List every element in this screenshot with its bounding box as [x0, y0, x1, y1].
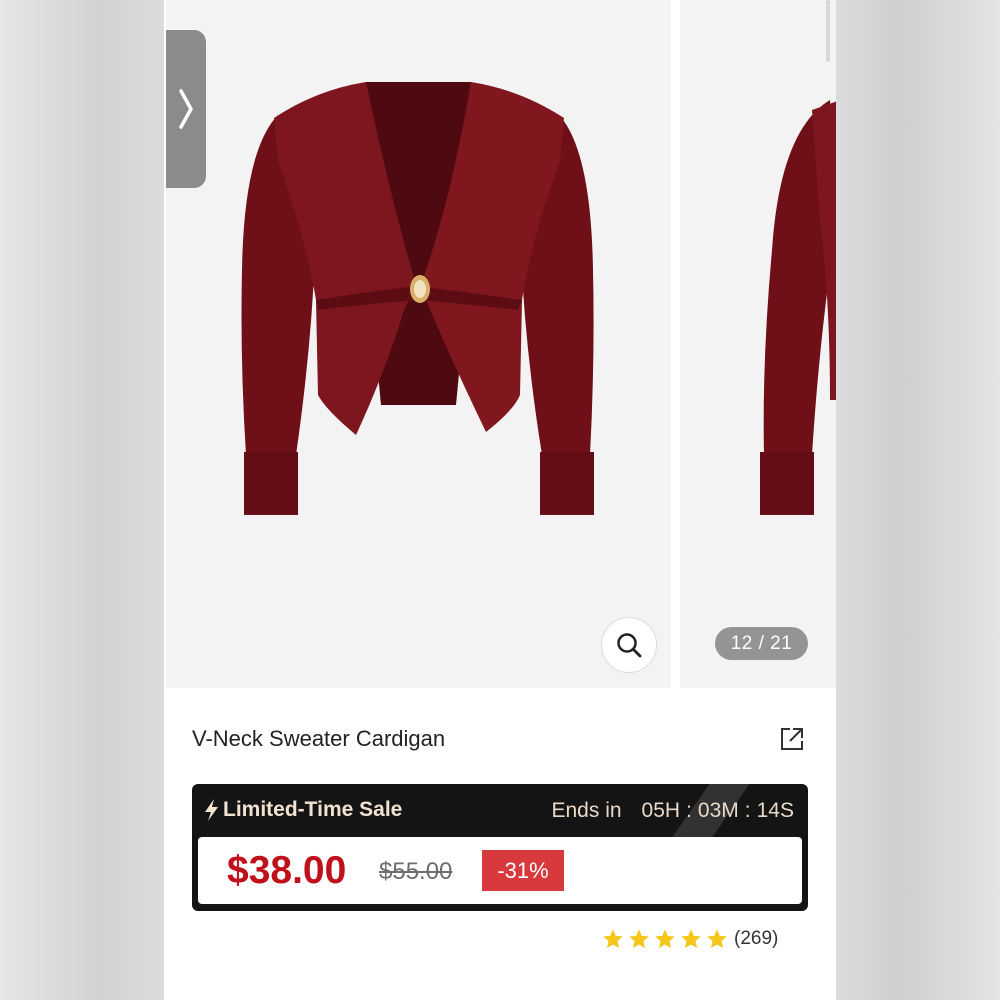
sale-heading: Limited-Time Sale — [204, 798, 402, 822]
rating-summary[interactable]: (269) — [602, 928, 778, 950]
star-icon — [681, 929, 701, 948]
countdown-separator: : — [744, 799, 751, 822]
star-icon — [629, 929, 649, 948]
product-title: V-Neck Sweater Cardigan — [192, 726, 446, 751]
star-icon — [707, 929, 727, 948]
countdown-seconds: 14S — [756, 799, 794, 822]
gallery-slide-next[interactable] — [680, 0, 836, 688]
image-counter: 12 / 21 — [715, 627, 808, 660]
discount-badge: -31% — [482, 850, 564, 891]
chevron-right-icon — [179, 89, 193, 129]
gallery-slide-current[interactable] — [166, 0, 671, 688]
zoom-button[interactable] — [601, 617, 657, 673]
flash-sale-banner: Limited-Time Sale Ends in 05H : 03M : 14… — [192, 784, 808, 911]
countdown-hours: 05H — [641, 799, 681, 822]
scroll-indicator — [826, 0, 830, 62]
share-icon — [781, 728, 803, 750]
countdown-separator: : — [686, 799, 692, 822]
star-icon — [655, 929, 675, 948]
countdown-minutes: 03M — [697, 799, 739, 822]
product-page: 12 / 21 V-Neck Sweater Cardigan Limited-… — [164, 0, 836, 1000]
price-box: $38.00 $55.00 -31% — [198, 837, 802, 904]
magnifier-icon — [617, 633, 642, 658]
star-icon — [603, 929, 623, 948]
sale-price: $38.00 — [227, 849, 347, 892]
product-gallery[interactable]: 12 / 21 — [164, 0, 836, 688]
review-count: (269) — [734, 928, 779, 949]
sale-countdown: Ends in 05H : 03M : 14S — [552, 799, 795, 823]
star-rating — [602, 928, 732, 950]
sale-label: Limited-Time Sale — [223, 798, 403, 821]
cardigan-image — [241, 82, 594, 515]
original-price: $55.00 — [379, 858, 453, 885]
cardigan-image-next — [760, 100, 836, 515]
lightning-icon — [205, 799, 218, 821]
share-button[interactable] — [778, 725, 806, 753]
previous-image-button[interactable] — [166, 30, 206, 188]
countdown-label: Ends in — [551, 799, 622, 822]
